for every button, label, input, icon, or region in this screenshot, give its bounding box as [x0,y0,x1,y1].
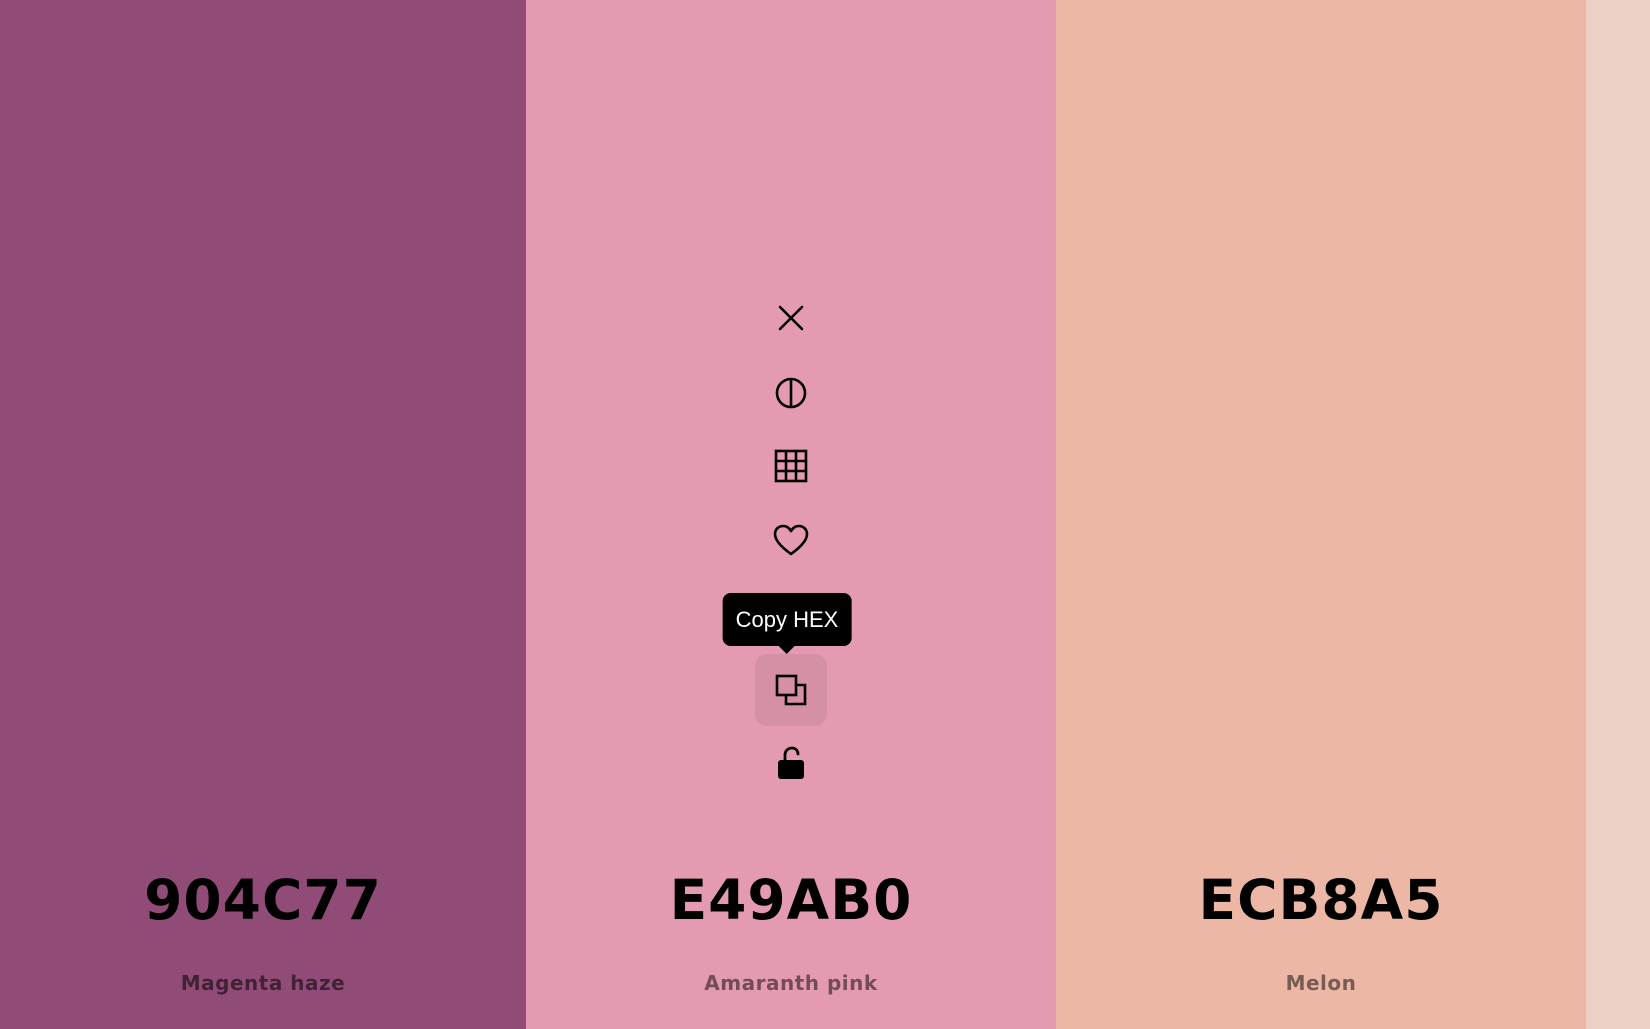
tooltip-text: Copy HEX [735,607,839,632]
color-swatch-2[interactable]: Copy HEX E49AB0 Amaranth pink [526,0,1056,1029]
hex-code[interactable]: ECB8A5 [1056,868,1586,932]
view-shades-button[interactable] [755,357,827,429]
color-name: Melon [1285,971,1357,995]
color-swatch-3[interactable]: ECB8A5 Melon [1056,0,1586,1029]
contrast-icon [775,377,807,409]
toggle-lock-button[interactable] [755,728,827,800]
color-swatch-4[interactable] [1586,0,1650,1029]
hex-code[interactable]: 904C77 [0,868,526,932]
close-icon [778,305,804,331]
color-name: Magenta haze [180,971,346,995]
copy-hex-tooltip: Copy HEX [722,593,852,654]
copy-hex-button[interactable] [755,654,827,726]
color-name: Amaranth pink [704,971,878,995]
hex-code[interactable]: E49AB0 [526,868,1056,932]
remove-color-button[interactable] [755,282,827,354]
adjust-grid-button[interactable] [755,430,827,502]
tooltip-arrow [778,645,796,654]
grid-icon [774,449,808,483]
unlock-icon [778,746,804,779]
heart-icon [773,524,809,556]
color-swatch-1[interactable]: 904C77 Magenta haze [0,0,526,1029]
favorite-button[interactable] [755,505,827,577]
copy-icon [775,674,807,706]
palette: 904C77 Magenta haze Copy HEX E49AB0 Amar… [0,0,1650,1029]
